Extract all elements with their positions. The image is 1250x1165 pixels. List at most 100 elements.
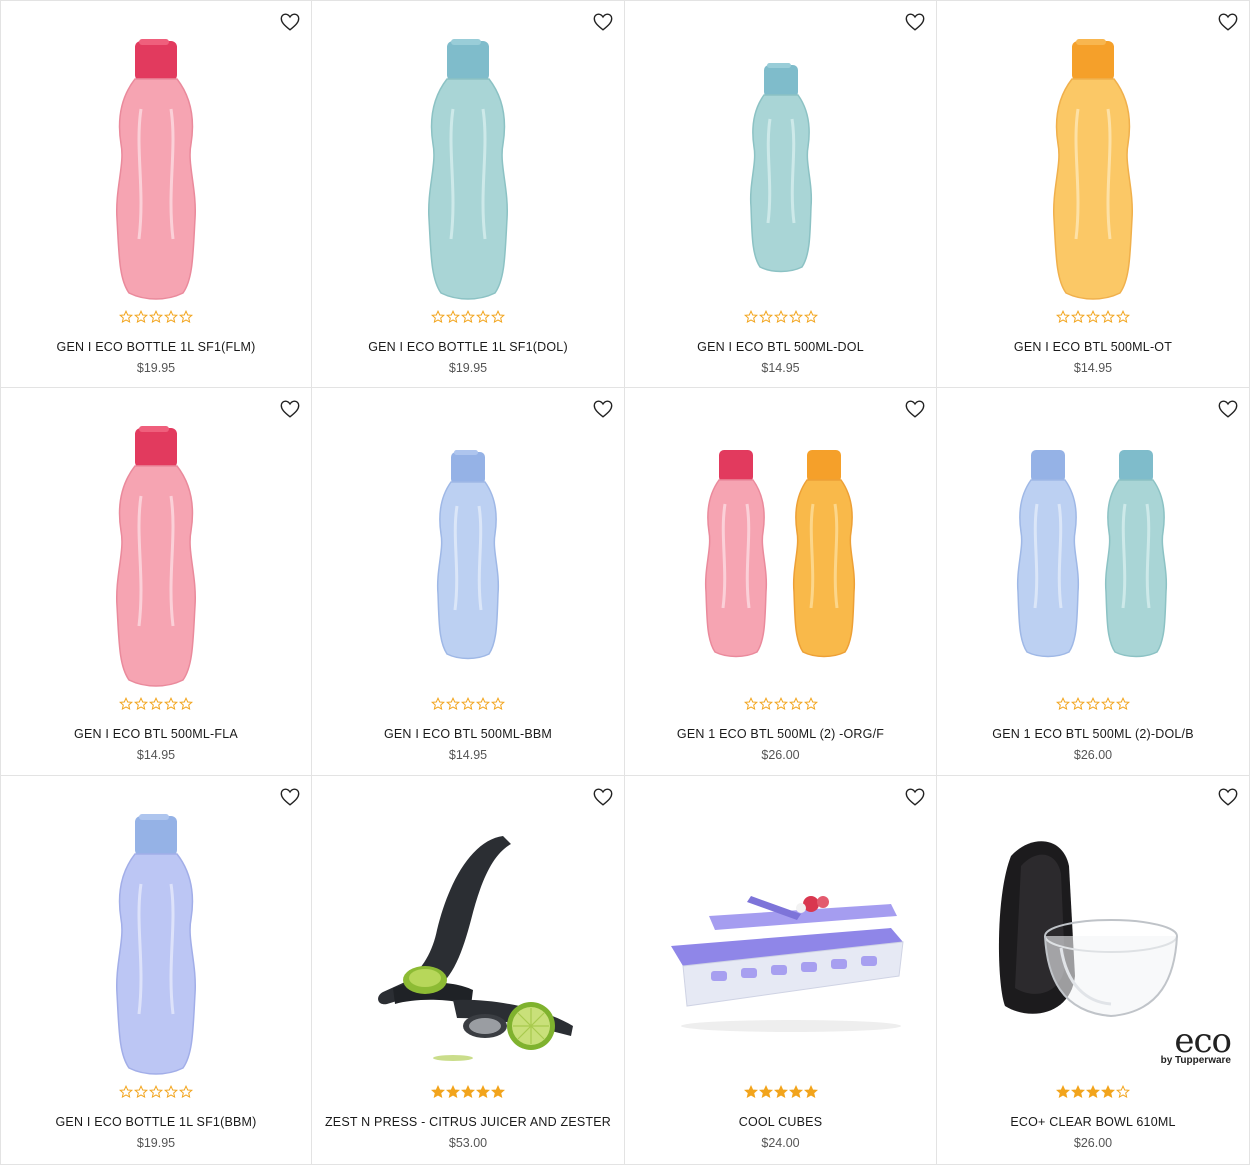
product-image[interactable] [1,406,311,688]
star-empty-icon [164,310,178,324]
product-card[interactable]: COOL CUBES $24.00 [625,776,937,1165]
blue-bottle-1l-icon [115,814,197,1075]
product-name[interactable]: GEN I ECO BTL 500ML-BBM [320,727,616,741]
star-filled-icon [461,1085,475,1099]
product-name[interactable]: GEN I ECO BTL 500ML-OT [945,340,1241,354]
product-card[interactable]: eco by Tupperware ECO+ CLEAR BOWL 610ML … [937,776,1250,1165]
product-card[interactable]: GEN I ECO BOTTLE 1L SF1(BBM) $19.95 [0,776,312,1165]
product-image[interactable] [937,19,1249,301]
orange-bottle-1l-icon [1052,39,1134,300]
product-price: $19.95 [136,1136,176,1150]
teal-bottle-500ml-icon [749,63,812,273]
product-price: $24.00 [761,1136,800,1150]
pink-orange-bottle-pair-icon [704,450,855,658]
star-empty-icon [119,697,133,711]
product-card[interactable]: GEN I ECO BTL 500ML-BBM $14.95 [312,388,625,776]
product-card[interactable]: GEN I ECO BTL 500ML-OT $14.95 [937,0,1250,388]
product-name[interactable]: GEN 1 ECO BTL 500ML (2) -ORG/F [633,727,928,741]
teal-bottle-1l-icon [427,39,509,300]
product-price: $53.00 [448,1136,488,1150]
product-card[interactable]: GEN I ECO BTL 500ML-FLA $14.95 [0,388,312,776]
product-price: $14.95 [1073,361,1113,375]
product-price: $26.00 [1073,1136,1113,1150]
product-image[interactable] [312,19,624,301]
star-empty-icon [134,1085,148,1099]
star-filled-icon [758,1085,773,1099]
product-card[interactable]: ZEST N PRESS - CITRUS JUICER AND ZESTER … [312,776,625,1165]
blue-bottle-500ml-icon [436,450,500,660]
product-price: $19.95 [448,361,488,375]
product-card[interactable]: GEN I ECO BTL 500ML-DOL $14.95 [625,0,937,388]
product-image[interactable] [312,406,624,688]
star-empty-icon [179,1085,193,1099]
eco-logo-byline: by Tupperware [1160,1055,1231,1066]
star-empty-icon [134,310,148,324]
product-image[interactable] [625,406,936,688]
star-empty-icon [491,310,505,324]
product-price: $26.00 [761,748,800,762]
star-filled-icon [431,1085,445,1099]
star-filled-icon [788,1085,803,1099]
product-price: $19.95 [136,361,176,375]
star-empty-icon [743,310,758,324]
product-image[interactable] [1,19,311,301]
rating-stars [312,310,624,324]
star-filled-icon [1056,1085,1070,1099]
star-filled-icon [476,1085,490,1099]
product-image[interactable] [625,19,936,301]
product-image[interactable] [625,794,936,1076]
star-empty-icon [476,310,490,324]
product-name[interactable]: ZEST N PRESS - CITRUS JUICER AND ZESTER [320,1115,616,1129]
product-name[interactable]: GEN I ECO BTL 500ML-FLA [9,727,303,741]
product-image[interactable] [937,406,1249,688]
star-empty-icon [431,697,445,711]
product-name[interactable]: GEN I ECO BTL 500ML-DOL [633,340,928,354]
rating-stars [1,1085,311,1099]
star-empty-icon [1116,697,1130,711]
ice-cube-tray-icon [670,896,904,1032]
clear-bowl-icon [998,841,1178,1018]
star-empty-icon [134,697,148,711]
product-card[interactable]: GEN I ECO BOTTLE 1L SF1(DOL) $19.95 [312,0,625,388]
product-name[interactable]: GEN I ECO BOTTLE 1L SF1(BBM) [9,1115,303,1129]
star-empty-icon [149,310,163,324]
star-empty-icon [743,697,758,711]
product-name[interactable]: GEN I ECO BOTTLE 1L SF1(FLM) [9,340,303,354]
star-empty-icon [1116,310,1130,324]
product-card[interactable]: GEN 1 ECO BTL 500ML (2)-DOL/B $26.00 [937,388,1250,776]
product-image[interactable] [1,794,311,1076]
rating-stars [312,1085,624,1099]
star-filled-icon [491,1085,505,1099]
product-card[interactable]: GEN I ECO BOTTLE 1L SF1(FLM) $19.95 [0,0,312,388]
star-empty-icon [773,310,788,324]
rating-stars [937,1085,1249,1099]
star-filled-icon [773,1085,788,1099]
citrus-juicer-icon [378,836,573,1061]
product-name[interactable]: COOL CUBES [633,1115,928,1129]
star-empty-icon [431,310,445,324]
star-empty-icon [803,310,818,324]
star-empty-icon [119,310,133,324]
rating-stars [625,310,936,324]
star-empty-icon [1071,697,1085,711]
product-price: $14.95 [761,361,800,375]
star-empty-icon [446,310,460,324]
star-empty-icon [758,697,773,711]
star-empty-icon [788,697,803,711]
star-empty-icon [1116,1085,1130,1099]
product-name[interactable]: GEN 1 ECO BTL 500ML (2)-DOL/B [945,727,1241,741]
product-card[interactable]: GEN 1 ECO BTL 500ML (2) -ORG/F $26.00 [625,388,937,776]
star-filled-icon [1101,1085,1115,1099]
product-price: $14.95 [136,748,176,762]
product-image[interactable] [312,794,624,1076]
pink-bottle-1l-icon [115,39,197,300]
star-empty-icon [461,697,475,711]
rating-stars [312,697,624,711]
product-name[interactable]: GEN I ECO BOTTLE 1L SF1(DOL) [320,340,616,354]
star-filled-icon [743,1085,758,1099]
star-empty-icon [446,697,460,711]
product-name[interactable]: ECO+ CLEAR BOWL 610ML [945,1115,1241,1129]
rating-stars [937,697,1249,711]
rating-stars [1,310,311,324]
star-empty-icon [803,697,818,711]
